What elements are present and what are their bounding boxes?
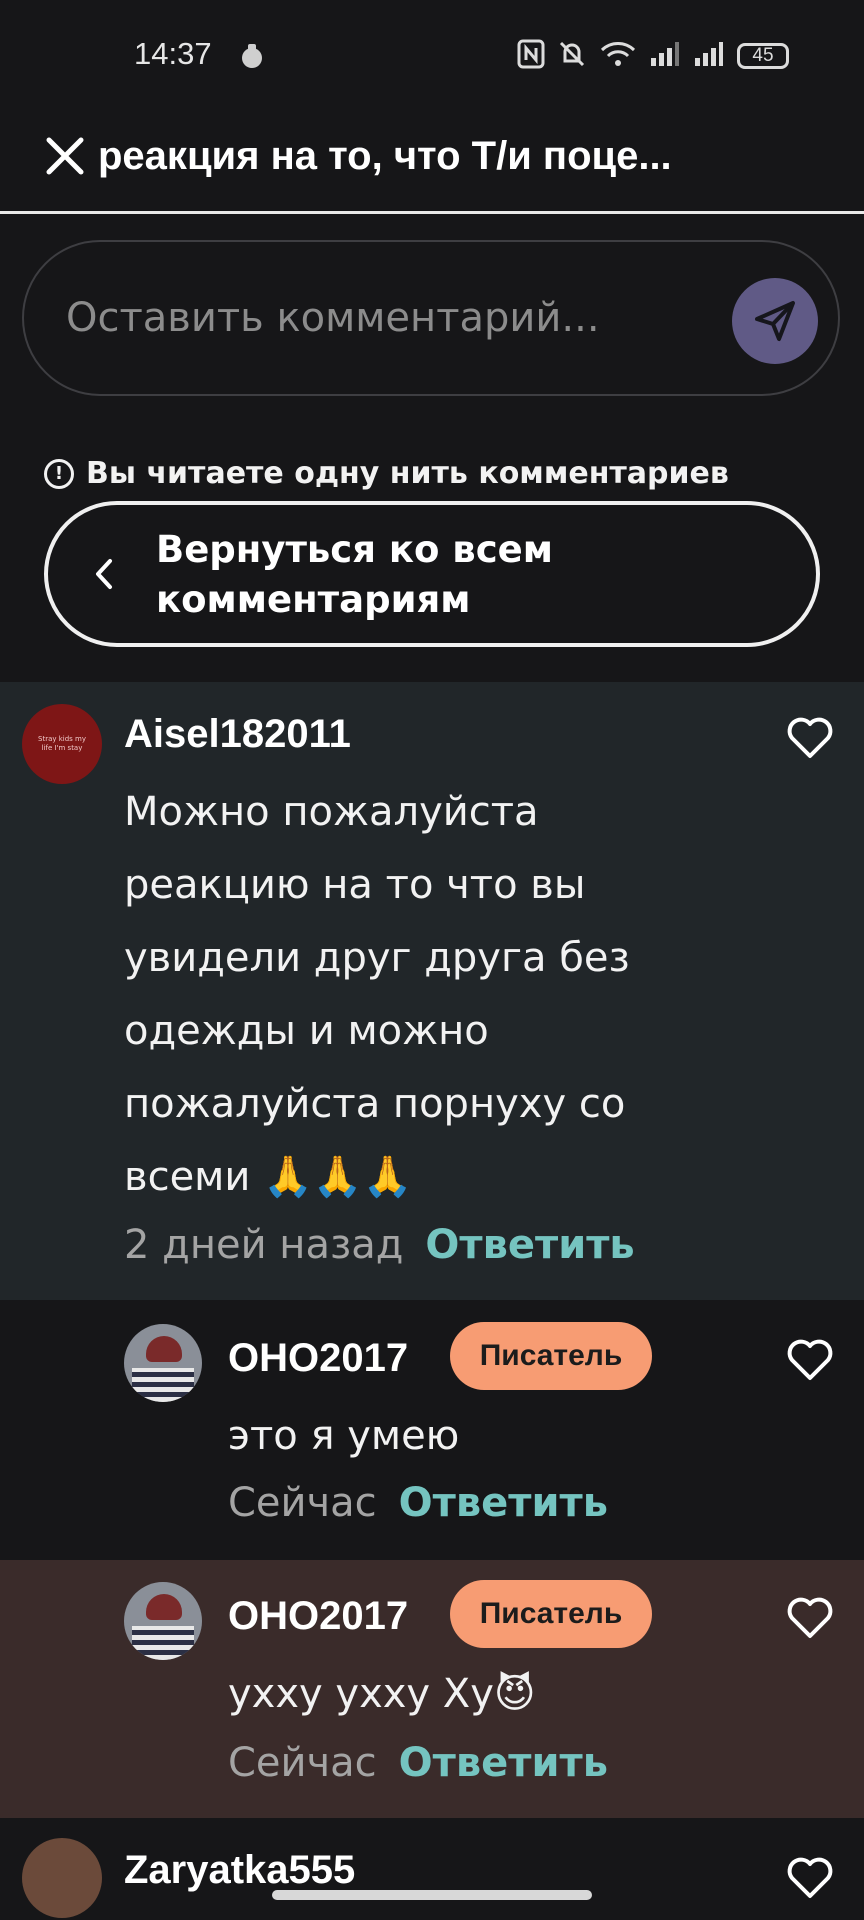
reply-button[interactable]: Ответить (425, 1222, 634, 1268)
comment-time: 2 дней назад (124, 1222, 404, 1268)
comment-meta: 2 дней назад Ответить (124, 1222, 635, 1268)
comment-username[interactable]: Aisel182011 (124, 712, 351, 757)
thread-notice: ! Вы читаете одну нить комментариев (44, 456, 729, 491)
comment-item: Stray kids my life I'm stay Aisel182011 … (0, 682, 864, 1300)
chevron-left-icon (96, 559, 112, 589)
signal-icon-1 (649, 40, 681, 72)
close-icon (46, 137, 84, 175)
send-icon (755, 301, 795, 341)
info-icon: ! (44, 458, 74, 489)
comment-username[interactable]: Zaryatka555 (124, 1848, 355, 1893)
send-button[interactable] (732, 278, 818, 364)
comment-input[interactable] (64, 282, 708, 354)
heart-icon (787, 1339, 833, 1380)
header: реакция на то, что Т/и поце... (0, 110, 864, 214)
reply-item-highlighted: OHO2017 Писатель ухху ухху Ху😈 Сейчас От… (0, 1560, 864, 1818)
comment-input-box (22, 240, 840, 396)
like-button[interactable] (786, 1856, 834, 1900)
avatar[interactable] (124, 1324, 202, 1402)
signal-icon-2 (693, 40, 725, 72)
battery-icon: 45 (737, 43, 789, 69)
like-button[interactable] (786, 1338, 834, 1382)
comment-text: ухху ухху Ху😈 (228, 1671, 536, 1717)
comment-time: Сейчас (228, 1740, 377, 1786)
heart-icon (787, 717, 833, 758)
heart-icon (787, 1597, 833, 1638)
notification-app-icon (238, 42, 266, 70)
avatar-text: Stray kids my life I'm stay (38, 735, 86, 752)
writer-badge: Писатель (450, 1580, 652, 1648)
heart-icon (787, 1857, 833, 1898)
comment-meta: Сейчас Ответить (228, 1480, 608, 1526)
close-button[interactable] (40, 131, 90, 181)
status-time: 14:37 (134, 36, 212, 71)
comment-text: это я умею (228, 1413, 460, 1459)
comment-meta: Сейчас Ответить (228, 1740, 608, 1786)
back-button-label: Вернуться ко всем комментариям (156, 528, 553, 621)
status-bar: 14:37 45 (0, 0, 864, 110)
status-icons: 45 (517, 36, 789, 76)
avatar[interactable] (22, 1838, 102, 1918)
page-title: реакция на то, что Т/и поце... (98, 134, 672, 178)
reply-button[interactable]: Ответить (399, 1740, 608, 1786)
back-to-all-comments-button[interactable]: Вернуться ко всем комментариям (44, 501, 820, 647)
like-button[interactable] (786, 1596, 834, 1640)
reply-item: OHO2017 Писатель это я умею Сейчас Ответ… (0, 1300, 864, 1560)
comment-time: Сейчас (228, 1480, 377, 1526)
wifi-icon (599, 39, 637, 73)
thread-notice-text: Вы читаете одну нить комментариев (86, 456, 729, 491)
writer-badge: Писатель (450, 1322, 652, 1390)
reply-button[interactable]: Ответить (399, 1480, 608, 1526)
nfc-icon (517, 39, 545, 73)
comment-username[interactable]: OHO2017 (228, 1594, 408, 1639)
comment-username[interactable]: OHO2017 (228, 1336, 408, 1381)
mute-icon (557, 39, 587, 73)
avatar[interactable]: Stray kids my life I'm stay (22, 704, 102, 784)
like-button[interactable] (786, 716, 834, 760)
comment-item: Zaryatka555 (0, 1818, 864, 1920)
comment-text: Можно пожалуйста реакцию на то что вы ув… (124, 789, 630, 1200)
avatar[interactable] (124, 1582, 202, 1660)
home-indicator[interactable] (272, 1890, 592, 1900)
